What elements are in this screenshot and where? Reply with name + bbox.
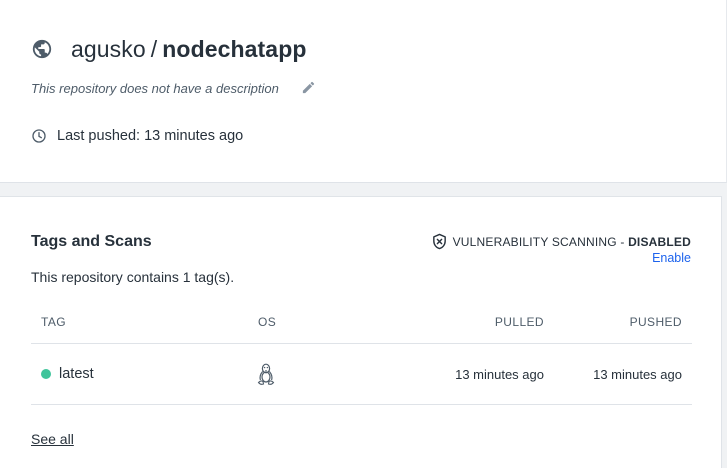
tag-pulled-time: 13 minutes ago [455,367,544,382]
repository-title: agusko / nodechatapp [31,34,307,64]
linux-tux-icon [257,363,275,385]
last-pushed-text: Last pushed: 13 minutes ago [57,128,244,144]
vulnerability-state: DISABLED [628,234,691,249]
tags-table: TAG OS PULLED PUSHED latest 13 minutes a… [31,307,692,405]
table-row: latest 13 minutes ago 13 minutes ago [31,344,692,405]
column-header-tag: TAG [41,315,66,329]
repository-name: nodechatapp [162,35,307,62]
column-header-pulled: PULLED [494,315,544,329]
globe-icon [31,38,53,60]
tag-name: latest [59,366,94,382]
repository-header-card: agusko / nodechatapp This repository doe… [0,0,727,183]
repository-separator: / [150,35,158,62]
tags-and-scans-card: Tags and Scans This repository contains … [0,196,722,468]
table-header: TAG OS PULLED PUSHED [31,307,692,344]
see-all-link[interactable]: See all [31,431,74,447]
tags-section-title: Tags and Scans [31,233,152,250]
repository-description: This repository does not have a descript… [31,81,279,96]
column-header-os: OS [258,315,277,329]
tag-status-dot [41,369,51,379]
last-pushed-info: Last pushed: 13 minutes ago [31,128,243,144]
vulnerability-label: VULNERABILITY SCANNING - [452,234,629,249]
repository-namespace[interactable]: agusko [71,36,146,63]
column-header-pushed: PUSHED [629,315,682,329]
tag-link[interactable]: latest [41,366,94,382]
tag-pushed-time: 13 minutes ago [593,367,682,382]
tags-count-text: This repository contains 1 tag(s). [31,269,235,285]
enable-scanning-link[interactable]: Enable [652,251,691,265]
vulnerability-scanning-status: VULNERABILITY SCANNING - DISABLED [431,233,691,250]
clock-icon [31,128,47,144]
pencil-icon[interactable] [301,80,316,95]
shield-x-icon [431,233,448,250]
